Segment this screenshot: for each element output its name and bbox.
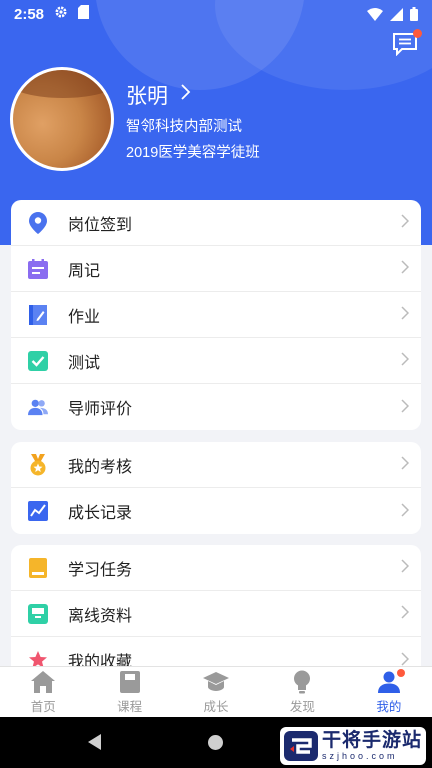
tab-label: 我的 — [376, 700, 402, 714]
profile-organization: 智邻科技内部测试 — [126, 119, 242, 135]
home-icon — [30, 669, 56, 695]
menu-item-checkin[interactable]: 岗位签到 — [11, 200, 421, 246]
menu-item-label: 我的考核 — [68, 458, 133, 476]
menu-item-learning-tasks[interactable]: 学习任务 — [11, 545, 421, 591]
tab-discover[interactable]: 发现 — [259, 667, 345, 717]
notification-badge — [413, 29, 422, 38]
tab-course[interactable]: 课程 — [86, 667, 172, 717]
watermark: 干将手游站 szjhoo.com — [280, 727, 427, 765]
menu-item-my-favorites[interactable]: 我的收藏 — [11, 637, 421, 666]
watermark-domain: szjhoo.com — [322, 751, 398, 761]
menu-item-offline-materials[interactable]: 离线资料 — [11, 591, 421, 637]
tab-home[interactable]: 首页 — [0, 667, 86, 717]
chevron-right-icon — [389, 397, 421, 418]
profile-name-link[interactable]: 张明 — [126, 80, 191, 110]
chevron-right-icon — [389, 501, 421, 522]
menu-item-my-assessment[interactable]: 我的考核 — [11, 442, 421, 488]
archive-icon — [28, 603, 48, 624]
graduation-cap-icon — [203, 669, 230, 695]
menu-item-test[interactable]: 测试 — [11, 338, 421, 384]
tab-label: 成长 — [203, 700, 229, 714]
tab-label: 课程 — [117, 700, 143, 714]
chevron-right-icon — [389, 304, 421, 325]
menu-card-learning: 学习任务 离线资料 我的收藏 — [11, 545, 421, 666]
battery-icon — [410, 7, 418, 21]
chevron-right-icon — [389, 650, 421, 667]
star-icon — [28, 650, 48, 666]
lightbulb-icon — [289, 669, 315, 695]
tab-label: 发现 — [289, 700, 315, 714]
menu-item-label: 导师评价 — [68, 401, 133, 418]
chevron-right-icon — [389, 258, 421, 279]
chevron-right-icon — [389, 557, 421, 578]
menu-item-label: 测试 — [68, 354, 101, 372]
profile-name: 张明 — [126, 85, 168, 108]
menu-item-label: 离线资料 — [68, 607, 133, 625]
menu-item-mentor-review[interactable]: 导师评价 — [11, 384, 421, 430]
user-icon — [376, 669, 405, 695]
message-button[interactable] — [392, 29, 422, 58]
course-icon — [117, 669, 143, 695]
calendar-notes-icon — [28, 258, 48, 279]
home-circle-icon[interactable] — [208, 735, 223, 750]
tab-badge — [396, 669, 405, 677]
notebook-edit-icon — [28, 304, 48, 325]
book-icon — [28, 557, 48, 578]
menu-item-label: 成长记录 — [68, 505, 133, 522]
status-bar: 2:58 — [0, 0, 432, 28]
tab-mine[interactable]: 我的 — [346, 667, 432, 717]
menu-item-weekly-journal[interactable]: 周记 — [11, 246, 421, 292]
chevron-right-icon — [389, 212, 421, 233]
chevron-right-icon — [180, 83, 191, 107]
bottom-tab-bar: 首页 课程 成长 发现 我的 — [0, 666, 432, 717]
avatar[interactable] — [10, 67, 114, 171]
sd-card-status-icon — [78, 5, 90, 23]
menu-card-primary: 岗位签到 周记 作业 测试 导师评价 — [11, 200, 421, 430]
chevron-right-icon — [389, 603, 421, 624]
menu-item-growth-record[interactable]: 成长记录 — [11, 488, 421, 534]
menu-card-growth: 我的考核 成长记录 — [11, 442, 421, 534]
chart-icon — [28, 501, 48, 521]
checkbox-icon — [28, 350, 48, 371]
settings-status-icon — [54, 5, 68, 23]
tab-growth[interactable]: 成长 — [173, 667, 259, 717]
chevron-right-icon — [389, 350, 421, 371]
menu-item-homework[interactable]: 作业 — [11, 292, 421, 338]
menu-item-label: 周记 — [68, 262, 101, 280]
people-icon — [28, 397, 48, 417]
tab-label: 首页 — [30, 700, 56, 714]
chevron-right-icon — [389, 454, 421, 475]
menu-item-label: 岗位签到 — [68, 216, 133, 234]
back-icon[interactable] — [88, 734, 101, 750]
medal-icon — [28, 453, 48, 475]
watermark-logo-icon — [284, 731, 318, 761]
profile-class: 2019医学美容学徒班 — [126, 145, 260, 161]
location-pin-icon — [28, 211, 48, 234]
wifi-icon — [367, 7, 383, 21]
signal-icon — [390, 7, 403, 21]
menu-item-label: 学习任务 — [68, 561, 133, 579]
status-time: 2:58 — [14, 5, 45, 23]
menu-item-label: 我的收藏 — [68, 654, 133, 666]
menu-item-label: 作业 — [68, 308, 101, 326]
watermark-title: 干将手游站 — [322, 730, 423, 751]
